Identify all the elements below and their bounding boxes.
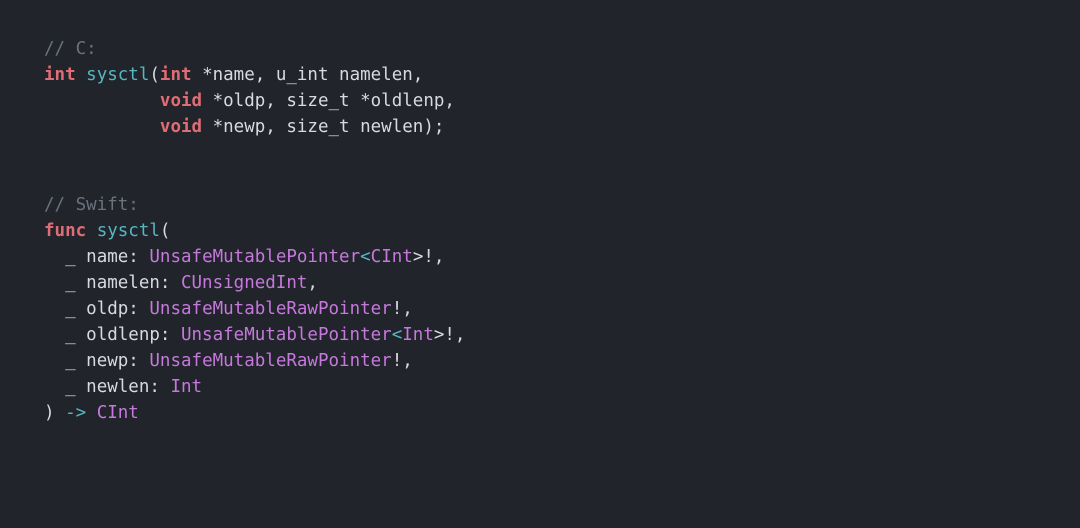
code-token-punct: [86, 403, 97, 423]
code-token-param: *oldp, size_t *oldlenp,: [202, 91, 455, 111]
code-token-keyword: int: [160, 65, 192, 85]
code-token-type: Int: [402, 325, 434, 345]
code-token-param: *newp, size_t newlen);: [202, 117, 444, 137]
code-token-punct: [44, 273, 65, 293]
code-token-punct: !,: [392, 351, 413, 371]
code-token-func: sysctl: [86, 65, 149, 85]
code-token-punct: ,: [307, 273, 318, 293]
code-token-param: oldlenp:: [76, 325, 181, 345]
code-token-type: UnsafeMutablePointer: [149, 247, 360, 267]
code-token-punct: !,: [392, 299, 413, 319]
code-token-func: sysctl: [97, 221, 160, 241]
code-token-punct: [76, 65, 87, 85]
code-block: // C: int sysctl(int *name, u_int namele…: [0, 0, 1080, 462]
code-token-param: *name, u_int namelen,: [192, 65, 424, 85]
code-token-type: CInt: [371, 247, 413, 267]
code-token-param: newlen:: [76, 377, 171, 397]
code-token-under: _: [65, 325, 76, 345]
code-token-keyword: void: [160, 117, 202, 137]
code-token-punct: (: [149, 65, 160, 85]
code-token-under: _: [65, 247, 76, 267]
code-token-param: name:: [76, 247, 150, 267]
code-token-type: UnsafeMutableRawPointer: [149, 299, 391, 319]
code-token-comment: // C:: [44, 39, 97, 59]
code-token-punct: [44, 91, 160, 111]
code-token-punct: >!,: [434, 325, 466, 345]
code-token-keyword: void: [160, 91, 202, 111]
code-token-type: UnsafeMutableRawPointer: [149, 351, 391, 371]
code-token-keyword: func: [44, 221, 86, 241]
code-token-punct: [44, 247, 65, 267]
code-token-under: _: [65, 273, 76, 293]
code-token-under: _: [65, 351, 76, 371]
code-token-punct: [44, 299, 65, 319]
code-token-punct: [44, 377, 65, 397]
code-token-op: <: [360, 247, 371, 267]
code-token-punct: >!,: [413, 247, 445, 267]
code-token-punct: ): [44, 403, 65, 423]
code-token-op: ->: [65, 403, 86, 423]
code-token-type: CInt: [97, 403, 139, 423]
code-token-under: _: [65, 377, 76, 397]
code-token-punct: [44, 351, 65, 371]
code-token-keyword: int: [44, 65, 76, 85]
code-token-punct: [44, 325, 65, 345]
code-token-under: _: [65, 299, 76, 319]
code-token-punct: (: [160, 221, 171, 241]
code-token-param: newp:: [76, 351, 150, 371]
code-token-type: UnsafeMutablePointer: [181, 325, 392, 345]
code-token-punct: [86, 221, 97, 241]
code-token-type: CUnsignedInt: [181, 273, 307, 293]
code-token-param: namelen:: [76, 273, 181, 293]
code-token-op: <: [392, 325, 403, 345]
code-token-punct: [44, 117, 160, 137]
code-token-param: oldp:: [76, 299, 150, 319]
code-token-type: Int: [170, 377, 202, 397]
code-token-comment: // Swift:: [44, 195, 139, 215]
